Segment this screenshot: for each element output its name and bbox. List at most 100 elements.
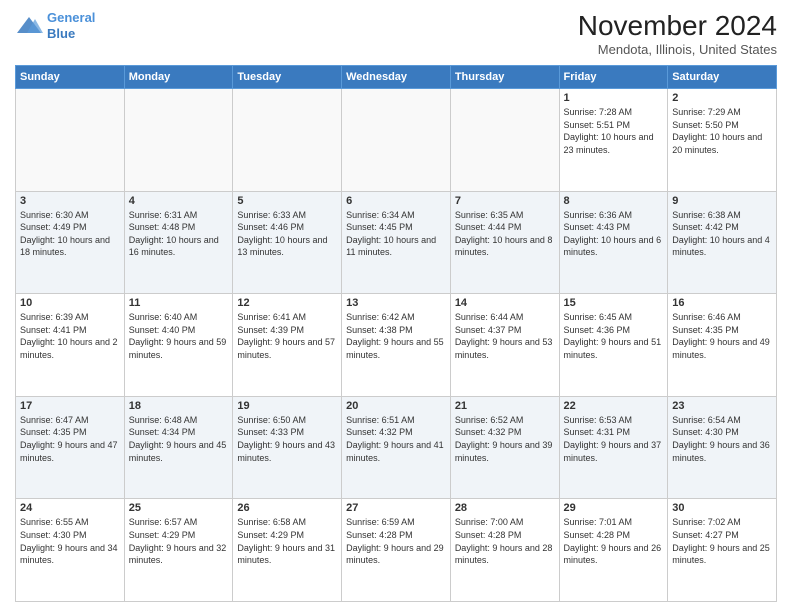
table-row: 23 Sunrise: 6:54 AM Sunset: 4:30 PM Dayli… [668, 396, 777, 499]
table-row [124, 89, 233, 192]
day-number: 5 [237, 195, 337, 207]
day-info: Sunrise: 6:30 AM Sunset: 4:49 PM Dayligh… [20, 209, 120, 259]
day-number: 2 [672, 92, 772, 104]
table-row: 28 Sunrise: 7:00 AM Sunset: 4:28 PM Dayli… [450, 499, 559, 602]
logo: General Blue [15, 10, 95, 41]
day-info: Sunrise: 6:57 AM Sunset: 4:29 PM Dayligh… [129, 516, 229, 566]
day-info: Sunrise: 6:45 AM Sunset: 4:36 PM Dayligh… [564, 311, 664, 361]
day-number: 11 [129, 297, 229, 309]
day-number: 24 [20, 502, 120, 514]
day-info: Sunrise: 6:39 AM Sunset: 4:41 PM Dayligh… [20, 311, 120, 361]
day-info: Sunrise: 6:59 AM Sunset: 4:28 PM Dayligh… [346, 516, 446, 566]
table-row: 18 Sunrise: 6:48 AM Sunset: 4:34 PM Dayli… [124, 396, 233, 499]
table-row: 25 Sunrise: 6:57 AM Sunset: 4:29 PM Dayli… [124, 499, 233, 602]
table-row: 26 Sunrise: 6:58 AM Sunset: 4:29 PM Dayli… [233, 499, 342, 602]
col-saturday: Saturday [668, 66, 777, 89]
day-info: Sunrise: 6:54 AM Sunset: 4:30 PM Dayligh… [672, 414, 772, 464]
day-number: 7 [455, 195, 555, 207]
location: Mendota, Illinois, United States [578, 42, 777, 57]
table-row [450, 89, 559, 192]
table-row [342, 89, 451, 192]
logo-line1: General [47, 10, 95, 25]
day-number: 28 [455, 502, 555, 514]
day-number: 19 [237, 400, 337, 412]
table-row [16, 89, 125, 192]
day-number: 9 [672, 195, 772, 207]
day-number: 1 [564, 92, 664, 104]
col-wednesday: Wednesday [342, 66, 451, 89]
day-number: 10 [20, 297, 120, 309]
table-row: 9Sunrise: 6:38 AM Sunset: 4:42 PM Daylig… [668, 191, 777, 294]
table-row: 21 Sunrise: 6:52 AM Sunset: 4:32 PM Dayli… [450, 396, 559, 499]
col-friday: Friday [559, 66, 668, 89]
table-row: 14Sunrise: 6:44 AM Sunset: 4:37 PM Dayli… [450, 294, 559, 397]
table-row: 3 Sunrise: 6:30 AM Sunset: 4:49 PM Daylig… [16, 191, 125, 294]
day-number: 14 [455, 297, 555, 309]
table-row: 6Sunrise: 6:34 AM Sunset: 4:45 PM Daylig… [342, 191, 451, 294]
table-row: 8Sunrise: 6:36 AM Sunset: 4:43 PM Daylig… [559, 191, 668, 294]
logo-icon [15, 15, 43, 37]
day-info: Sunrise: 6:40 AM Sunset: 4:40 PM Dayligh… [129, 311, 229, 361]
day-number: 29 [564, 502, 664, 514]
logo-line2: Blue [47, 26, 75, 41]
table-row: 16 Sunrise: 6:46 AM Sunset: 4:35 PM Dayli… [668, 294, 777, 397]
table-row: 24 Sunrise: 6:55 AM Sunset: 4:30 PM Dayli… [16, 499, 125, 602]
day-number: 21 [455, 400, 555, 412]
day-info: Sunrise: 7:28 AM Sunset: 5:51 PM Dayligh… [564, 106, 664, 156]
day-number: 3 [20, 195, 120, 207]
day-number: 26 [237, 502, 337, 514]
header: General Blue November 2024 Mendota, Illi… [15, 10, 777, 57]
table-row [233, 89, 342, 192]
day-info: Sunrise: 7:01 AM Sunset: 4:28 PM Dayligh… [564, 516, 664, 566]
table-row: 4 Sunrise: 6:31 AM Sunset: 4:48 PM Daylig… [124, 191, 233, 294]
day-info: Sunrise: 6:33 AM Sunset: 4:46 PM Dayligh… [237, 209, 337, 259]
day-number: 18 [129, 400, 229, 412]
day-number: 17 [20, 400, 120, 412]
table-row: 30 Sunrise: 7:02 AM Sunset: 4:27 PM Dayli… [668, 499, 777, 602]
day-info: Sunrise: 6:31 AM Sunset: 4:48 PM Dayligh… [129, 209, 229, 259]
day-number: 16 [672, 297, 772, 309]
col-sunday: Sunday [16, 66, 125, 89]
day-info: Sunrise: 6:41 AM Sunset: 4:39 PM Dayligh… [237, 311, 337, 361]
table-row: 29 Sunrise: 7:01 AM Sunset: 4:28 PM Dayli… [559, 499, 668, 602]
day-info: Sunrise: 6:55 AM Sunset: 4:30 PM Dayligh… [20, 516, 120, 566]
calendar-header-row: Sunday Monday Tuesday Wednesday Thursday… [16, 66, 777, 89]
day-info: Sunrise: 6:42 AM Sunset: 4:38 PM Dayligh… [346, 311, 446, 361]
day-number: 6 [346, 195, 446, 207]
table-row: 7 Sunrise: 6:35 AM Sunset: 4:44 PM Daylig… [450, 191, 559, 294]
day-number: 13 [346, 297, 446, 309]
table-row: 11 Sunrise: 6:40 AM Sunset: 4:40 PM Dayli… [124, 294, 233, 397]
table-row: 10 Sunrise: 6:39 AM Sunset: 4:41 PM Dayli… [16, 294, 125, 397]
month-title: November 2024 [578, 10, 777, 42]
day-info: Sunrise: 7:29 AM Sunset: 5:50 PM Dayligh… [672, 106, 772, 156]
table-row: 1 Sunrise: 7:28 AM Sunset: 5:51 PM Daylig… [559, 89, 668, 192]
day-info: Sunrise: 6:48 AM Sunset: 4:34 PM Dayligh… [129, 414, 229, 464]
day-number: 4 [129, 195, 229, 207]
logo-text: General Blue [47, 10, 95, 41]
day-info: Sunrise: 6:52 AM Sunset: 4:32 PM Dayligh… [455, 414, 555, 464]
day-info: Sunrise: 7:00 AM Sunset: 4:28 PM Dayligh… [455, 516, 555, 566]
day-info: Sunrise: 7:02 AM Sunset: 4:27 PM Dayligh… [672, 516, 772, 566]
day-info: Sunrise: 6:46 AM Sunset: 4:35 PM Dayligh… [672, 311, 772, 361]
table-row: 2 Sunrise: 7:29 AM Sunset: 5:50 PM Daylig… [668, 89, 777, 192]
calendar-table: Sunday Monday Tuesday Wednesday Thursday… [15, 65, 777, 602]
table-row: 5 Sunrise: 6:33 AM Sunset: 4:46 PM Daylig… [233, 191, 342, 294]
day-number: 23 [672, 400, 772, 412]
day-number: 25 [129, 502, 229, 514]
title-block: November 2024 Mendota, Illinois, United … [578, 10, 777, 57]
table-row: 13 Sunrise: 6:42 AM Sunset: 4:38 PM Dayli… [342, 294, 451, 397]
day-number: 8 [564, 195, 664, 207]
day-info: Sunrise: 6:35 AM Sunset: 4:44 PM Dayligh… [455, 209, 555, 259]
table-row: 20Sunrise: 6:51 AM Sunset: 4:32 PM Dayli… [342, 396, 451, 499]
col-tuesday: Tuesday [233, 66, 342, 89]
page: General Blue November 2024 Mendota, Illi… [0, 0, 792, 612]
col-thursday: Thursday [450, 66, 559, 89]
col-monday: Monday [124, 66, 233, 89]
day-info: Sunrise: 6:58 AM Sunset: 4:29 PM Dayligh… [237, 516, 337, 566]
day-number: 30 [672, 502, 772, 514]
day-info: Sunrise: 6:47 AM Sunset: 4:35 PM Dayligh… [20, 414, 120, 464]
day-info: Sunrise: 6:53 AM Sunset: 4:31 PM Dayligh… [564, 414, 664, 464]
table-row: 19Sunrise: 6:50 AM Sunset: 4:33 PM Dayli… [233, 396, 342, 499]
table-row: 22Sunrise: 6:53 AM Sunset: 4:31 PM Dayli… [559, 396, 668, 499]
table-row: 17 Sunrise: 6:47 AM Sunset: 4:35 PM Dayli… [16, 396, 125, 499]
